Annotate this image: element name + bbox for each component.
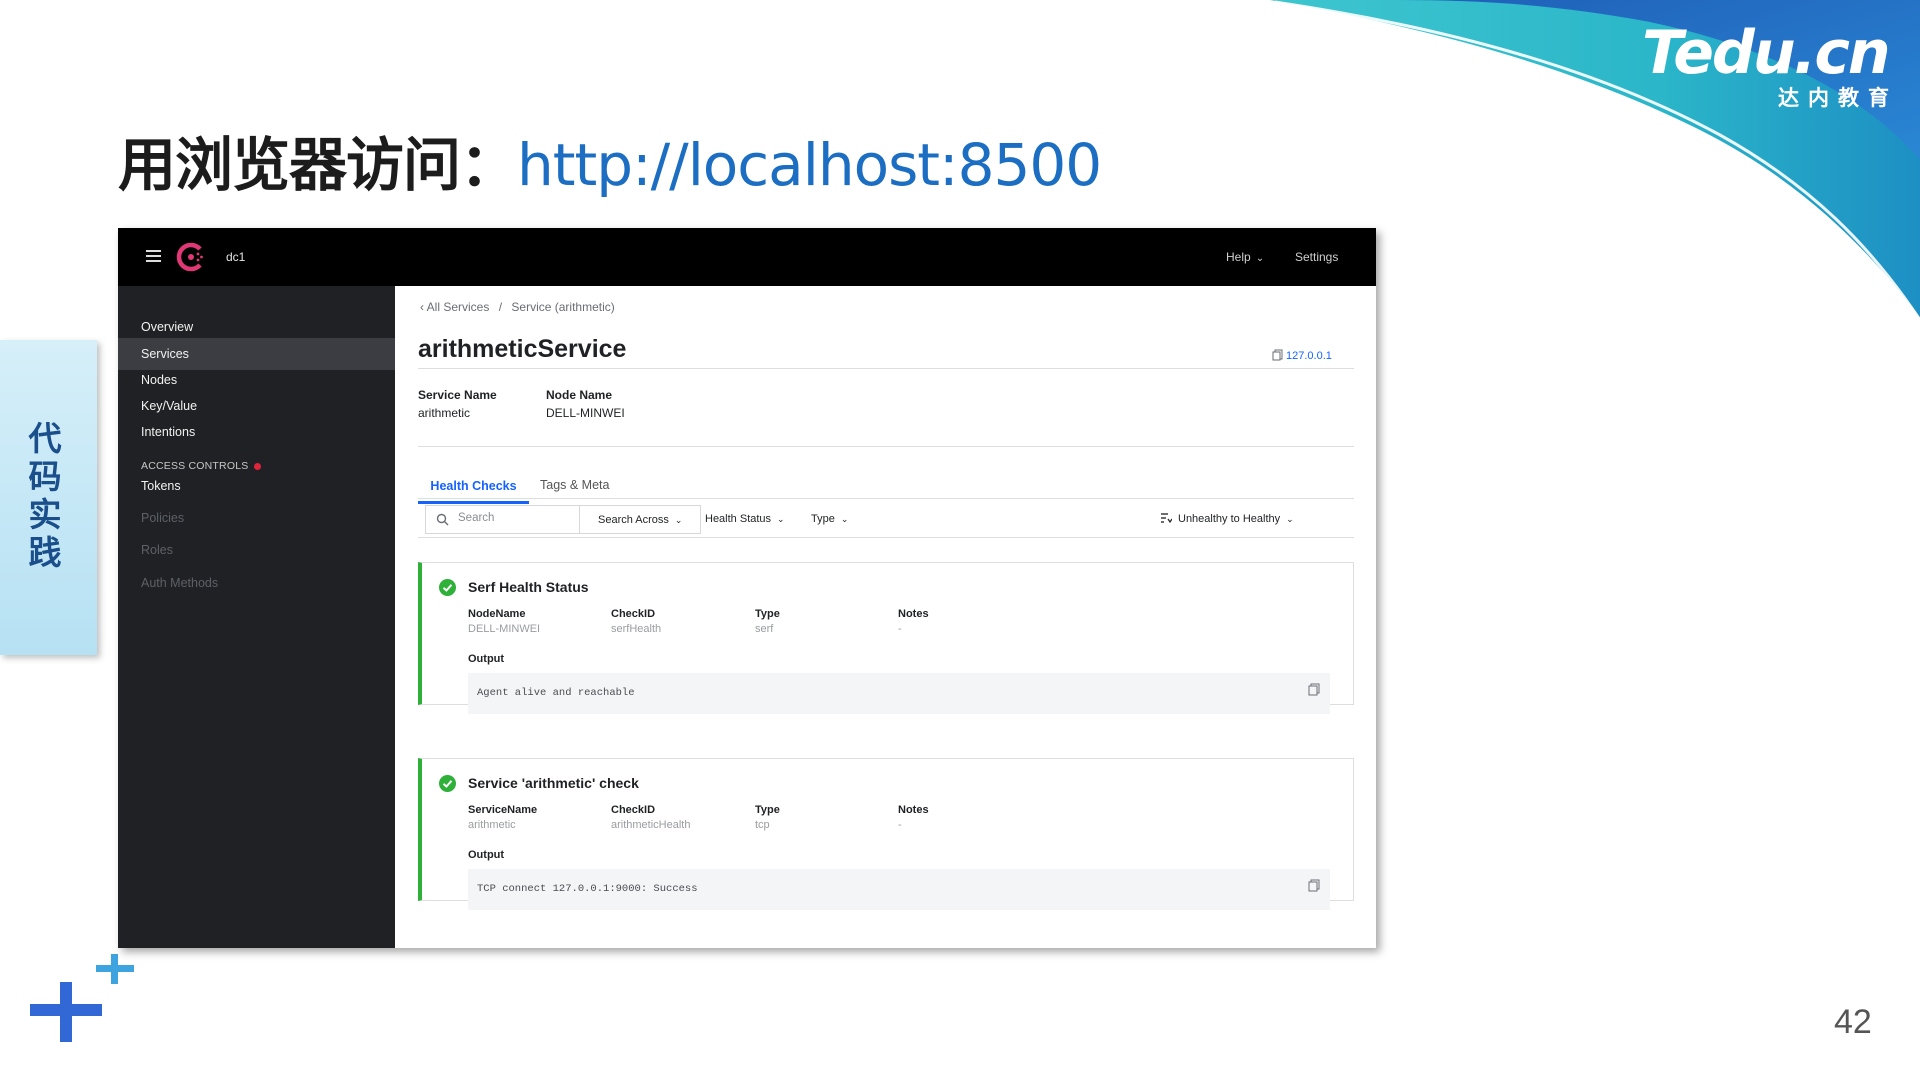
service-address: 127.0.0.1	[1286, 350, 1332, 362]
check-col-value: serfHealth	[611, 623, 662, 635]
check-col-value: -	[898, 623, 902, 635]
sort-label: Unhealthy to Healthy	[1178, 513, 1281, 525]
help-menu-button[interactable]: Help ⌄	[1226, 250, 1264, 264]
health-check-card: Service 'arithmetic' check ServiceName a…	[418, 758, 1354, 910]
output-box: Agent alive and reachable	[468, 673, 1330, 714]
tedu-logo-subtitle: 达内教育	[1778, 87, 1898, 110]
sidebar-item-tokens[interactable]: Tokens	[118, 470, 395, 502]
check-col-label: ServiceName	[468, 804, 538, 816]
sidebar-item-auth-methods[interactable]: Auth Methods	[118, 567, 395, 599]
sidebar-item-policies[interactable]: Policies	[118, 502, 395, 534]
title-divider	[418, 368, 1354, 369]
output-text: TCP connect 127.0.0.1:9000: Success	[477, 883, 698, 895]
page-number: 42	[1834, 1003, 1872, 1041]
consul-ui-window: dc1 Help ⌄ Settings Overview Services Nod…	[118, 228, 1376, 948]
check-col-value: serf	[755, 623, 774, 635]
top-navbar: dc1 Help ⌄ Settings	[118, 228, 1376, 286]
tedu-logo: Tedu.cn	[1642, 18, 1891, 88]
service-name-value: arithmetic	[418, 406, 471, 420]
breadcrumb: ‹ All Services / Service (arithmetic)	[420, 300, 615, 314]
slide: Tedu.cn 达内教育 用浏览器访问：http://localhost:850…	[0, 0, 1920, 1080]
check-passing-icon	[439, 579, 456, 596]
filter-bar: Search Across ⌄ Health Status ⌄ Type ⌄ Unhe…	[418, 498, 1354, 538]
consul-logo-icon[interactable]	[176, 242, 206, 272]
node-name-label: Node Name	[546, 388, 613, 402]
check-col-label: Notes	[898, 804, 929, 816]
sort-dropdown[interactable]: Unhealthy to Healthy ⌄	[1161, 505, 1294, 534]
search-icon	[436, 513, 449, 526]
copy-icon[interactable]	[1308, 683, 1320, 696]
check-col-label: Notes	[898, 608, 929, 620]
page-title: arithmeticService	[418, 335, 627, 363]
search-input[interactable]	[458, 512, 568, 524]
type-filter-label: Type	[811, 513, 835, 525]
output-box: TCP connect 127.0.0.1:9000: Success	[468, 869, 1330, 910]
output-label: Output	[468, 653, 505, 665]
output-label: Output	[468, 849, 505, 861]
side-tab-label: 代码实践	[28, 419, 62, 572]
service-name-label: Service Name	[418, 388, 497, 402]
sidebar: Overview Services Nodes Key/Value Intent…	[118, 286, 395, 948]
health-check-card: Serf Health Status NodeName DELL-MINWEI …	[418, 562, 1354, 714]
check-col-label: NodeName	[468, 608, 526, 620]
copy-icon	[1272, 349, 1283, 361]
search-across-label: Search Across	[598, 514, 669, 526]
alert-dot-icon	[254, 462, 262, 470]
sidebar-item-intentions[interactable]: Intentions	[118, 416, 395, 448]
check-col-value: arithmetic	[468, 819, 516, 831]
sort-icon	[1161, 513, 1173, 524]
info-divider	[418, 446, 1354, 447]
check-col-label: Type	[755, 804, 780, 816]
chevron-down-icon: ⌄	[777, 514, 785, 524]
check-col-label: CheckID	[611, 804, 656, 816]
main-content: ‹ All Services / Service (arithmetic) ar…	[395, 286, 1376, 948]
check-col-value: arithmeticHealth	[611, 819, 691, 831]
slide-title-url: http://localhost:8500	[517, 131, 1102, 199]
check-col-value: tcp	[755, 819, 770, 831]
check-col-value: DELL-MINWEI	[468, 623, 541, 635]
health-status-dropdown[interactable]: Health Status ⌄	[705, 505, 785, 534]
check-col-value: -	[898, 819, 902, 831]
check-col-label: Type	[755, 608, 780, 620]
slide-title-prefix: 用浏览器访问：	[118, 131, 518, 199]
type-dropdown[interactable]: Type ⌄	[811, 505, 848, 534]
datacenter-selector[interactable]: dc1	[226, 250, 245, 264]
chevron-down-icon: ⌄	[840, 514, 849, 524]
hamburger-menu-icon[interactable]	[146, 250, 161, 262]
help-menu-label: Help	[1226, 250, 1251, 264]
copy-icon[interactable]	[1308, 879, 1320, 892]
breadcrumb-separator: /	[498, 300, 503, 314]
sidebar-item-roles[interactable]: Roles	[118, 534, 395, 566]
check-passing-icon	[439, 775, 456, 792]
chevron-down-icon: ⌄	[674, 515, 683, 525]
plus-decoration-large	[30, 982, 102, 1042]
search-across-dropdown[interactable]: Search Across ⌄	[579, 505, 702, 534]
health-status-label: Health Status	[705, 513, 772, 525]
tab-tags-meta[interactable]: Tags & Meta	[540, 470, 609, 492]
breadcrumb-all-services-link[interactable]: All Services	[427, 300, 490, 314]
breadcrumb-current[interactable]: Service (arithmetic)	[511, 300, 614, 314]
node-name-value[interactable]: DELL-MINWEI	[546, 406, 625, 420]
check-col-label: CheckID	[611, 608, 656, 620]
service-address-copy[interactable]: 127.0.0.1	[1272, 349, 1332, 362]
output-text: Agent alive and reachable	[477, 687, 635, 699]
check-title: Serf Health Status	[468, 579, 589, 595]
search-box[interactable]	[425, 505, 579, 534]
chevron-down-icon: ⌄	[1286, 514, 1294, 524]
plus-decoration-small	[96, 954, 134, 984]
chevron-left-icon: ‹	[420, 300, 424, 314]
side-tab: 代码实践	[0, 340, 97, 655]
slide-title: 用浏览器访问：http://localhost:8500	[118, 118, 1102, 202]
check-title: Service 'arithmetic' check	[468, 775, 639, 791]
settings-link[interactable]: Settings	[1295, 250, 1338, 264]
chevron-down-icon: ⌄	[1255, 253, 1265, 264]
